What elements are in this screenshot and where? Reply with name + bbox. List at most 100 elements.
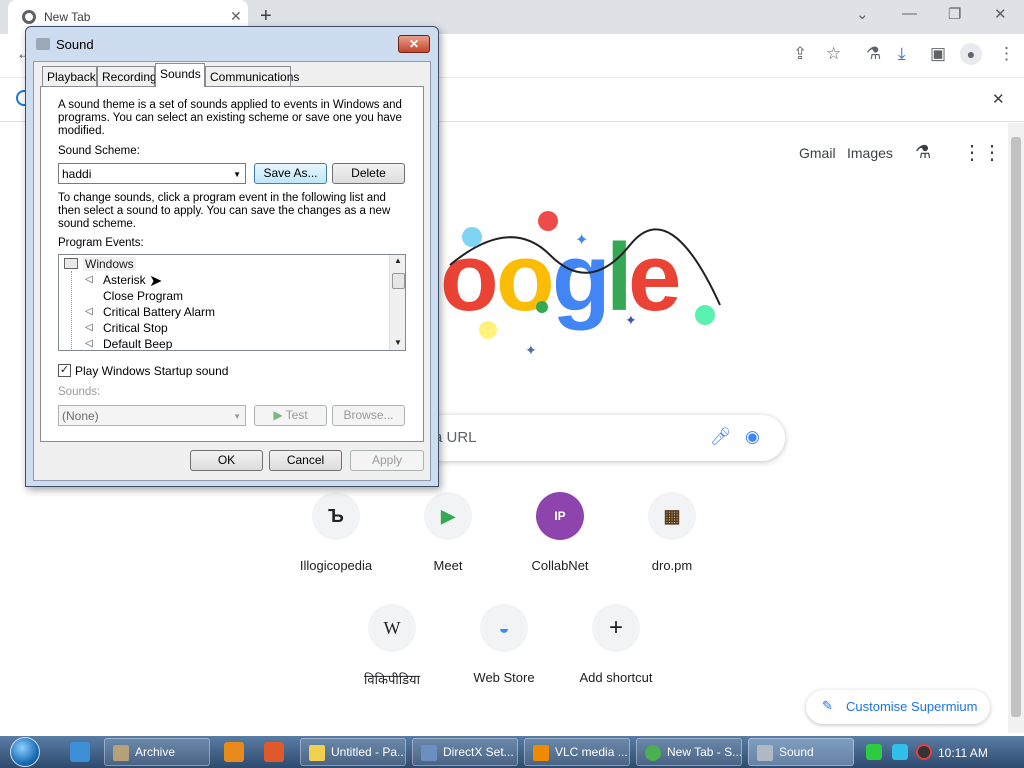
start-button[interactable] [6,736,46,768]
menu-icon[interactable]: ⋮ [998,44,1015,64]
taskbar-label: DirectX Set... [443,745,514,759]
restore-icon[interactable]: ❐ [948,5,961,23]
search-box[interactable]: a URL 🎤︎ ◉ [420,415,785,461]
event-item[interactable]: Critical Stop [103,321,168,335]
cancel-button[interactable]: Cancel [269,450,342,471]
labs-icon[interactable]: ⚗ [866,44,881,64]
sounds-select[interactable]: (None) ▼ [58,405,246,426]
ok-button[interactable]: OK [190,450,263,471]
tab-sounds[interactable]: Sounds [155,63,205,87]
search-placeholder: a URL [434,429,477,446]
speaker-icon [757,745,773,761]
shortcut-wikipedia[interactable]: W विकिपीडिया [336,604,448,716]
shortcut-web-store[interactable]: ◒ Web Store [448,604,560,716]
save-as-button[interactable]: Save As... [254,163,327,184]
speaker-icon [36,38,50,50]
startup-sound-label: Play Windows Startup sound [75,364,229,378]
test-button[interactable]: ▶ Test [254,405,327,426]
taskbar-item-sound[interactable]: Sound [748,738,854,766]
change-text: To change sounds, click a program event … [58,192,391,230]
taskbar-item-archive[interactable]: Archive [104,738,210,766]
shortcut-label: dro.pm [651,558,693,573]
mouse-cursor-icon: ➤ [149,273,163,290]
shortcut-meet[interactable]: ▶ Meet [392,492,504,604]
profile-icon[interactable]: ● [960,43,982,65]
tray-icon[interactable] [892,744,908,760]
customise-button[interactable]: ✎ Customise Supermium [806,690,990,724]
taskbar-item-browser[interactable]: New Tab - S... [636,738,742,766]
program-events-list[interactable]: Windows ◁ Asterisk Close Program ◁ Criti… [58,254,406,351]
shortcut-label: विकिपीडिया [364,672,420,687]
tab-close-icon[interactable]: ✕ [230,8,242,25]
tab-playback[interactable]: Playback [42,66,97,86]
share-icon[interactable]: ⇪ [793,44,807,64]
chevron-down-icon[interactable]: ⌄ [856,5,869,23]
lens-icon[interactable]: ◉ [745,427,760,447]
delete-button[interactable]: Delete [332,163,405,184]
vlc-icon [533,745,549,761]
setup-icon [421,745,437,761]
speaker-icon: ◁ [85,322,93,333]
shortcut-illogicopedia[interactable]: Ъ Illogicopedia [280,492,392,604]
add-shortcut[interactable]: + Add shortcut [560,604,672,716]
event-item[interactable]: Default Beep [103,337,172,350]
close-icon[interactable]: ✕ [994,5,1007,23]
shortcut-label: Illogicopedia [299,558,373,573]
dropm-icon: ▦ [648,492,696,540]
labs-flask-icon[interactable]: ⚗ [915,142,931,163]
scrollbar-thumb[interactable] [1011,137,1021,717]
new-tab-button[interactable]: + [260,5,272,28]
dropdown-arrow-icon: ▼ [233,412,241,421]
shortcut-label: Add shortcut [579,670,653,685]
dialog-close-button[interactable]: ✕ [398,35,430,53]
google-doodle[interactable]: o o g l e ✦ ✦ ✦ [430,195,730,355]
tab-communications[interactable]: Communications [205,66,299,86]
page-scrollbar[interactable] [1008,123,1024,733]
apply-button[interactable]: Apply [350,450,424,471]
scheme-label: Sound Scheme: [58,145,140,157]
shortcut-collabnet[interactable]: IP CollabNet [504,492,616,604]
scroll-up-icon[interactable]: ▲ [394,256,402,265]
app-icon[interactable] [264,742,284,762]
scroll-down-icon[interactable]: ▼ [394,338,402,347]
startup-sound-checkbox[interactable]: ✓ [58,364,71,377]
browse-button[interactable]: Browse... [332,405,405,426]
events-scrollbar[interactable]: ▲ ▼ [389,255,405,350]
minimize-icon[interactable]: — [902,5,917,22]
star-icon[interactable]: ☆ [826,44,841,64]
tray-icon[interactable] [916,744,932,760]
clock[interactable]: 10:11 AM [938,746,988,760]
infobar-close-icon[interactable]: ✕ [992,90,1005,108]
webstore-icon: ◒ [480,604,528,652]
chrome-icon [645,745,661,761]
tray-icon[interactable] [866,744,882,760]
tab-title: New Tab [44,10,91,24]
scheme-select[interactable]: haddi ▼ [58,163,246,184]
events-scroll-thumb[interactable] [392,273,405,289]
sound-dialog: Sound ✕ Playback Recording Sounds Commun… [25,26,439,487]
sounds-label: Sounds: [58,386,101,398]
event-item[interactable]: Close Program [103,289,183,303]
events-root[interactable]: Windows [83,257,136,271]
mic-icon[interactable]: 🎤︎ [710,427,732,447]
images-link[interactable]: Images [847,145,893,161]
taskbar-item-paint[interactable]: Untitled - Pa... [300,738,406,766]
shortcut-label: Web Store [473,670,535,685]
shortcut-dro-pm[interactable]: ▦ dro.pm [616,492,728,604]
gmail-link[interactable]: Gmail [799,145,836,161]
download-icon[interactable]: ⤓ [898,44,906,64]
taskbar-item-directx[interactable]: DirectX Set... [412,738,518,766]
taskbar-item-vlc[interactable]: VLC media ... [524,738,630,766]
test-label: Test [285,408,308,422]
paint-icon [309,745,325,761]
play-icon: ▶ [273,408,283,422]
event-item[interactable]: Asterisk [103,273,146,287]
media-player-icon[interactable] [224,742,244,762]
event-item[interactable]: Critical Battery Alarm [103,305,215,319]
tab-recording[interactable]: Recording [97,66,157,86]
taskbar-label: Archive [135,745,176,759]
ie-icon[interactable] [70,742,90,762]
dialog-body: Playback Recording Sounds Communications… [33,61,431,481]
sidepanel-icon[interactable]: ▣ [930,44,946,64]
sounds-value: (None) [62,409,99,423]
